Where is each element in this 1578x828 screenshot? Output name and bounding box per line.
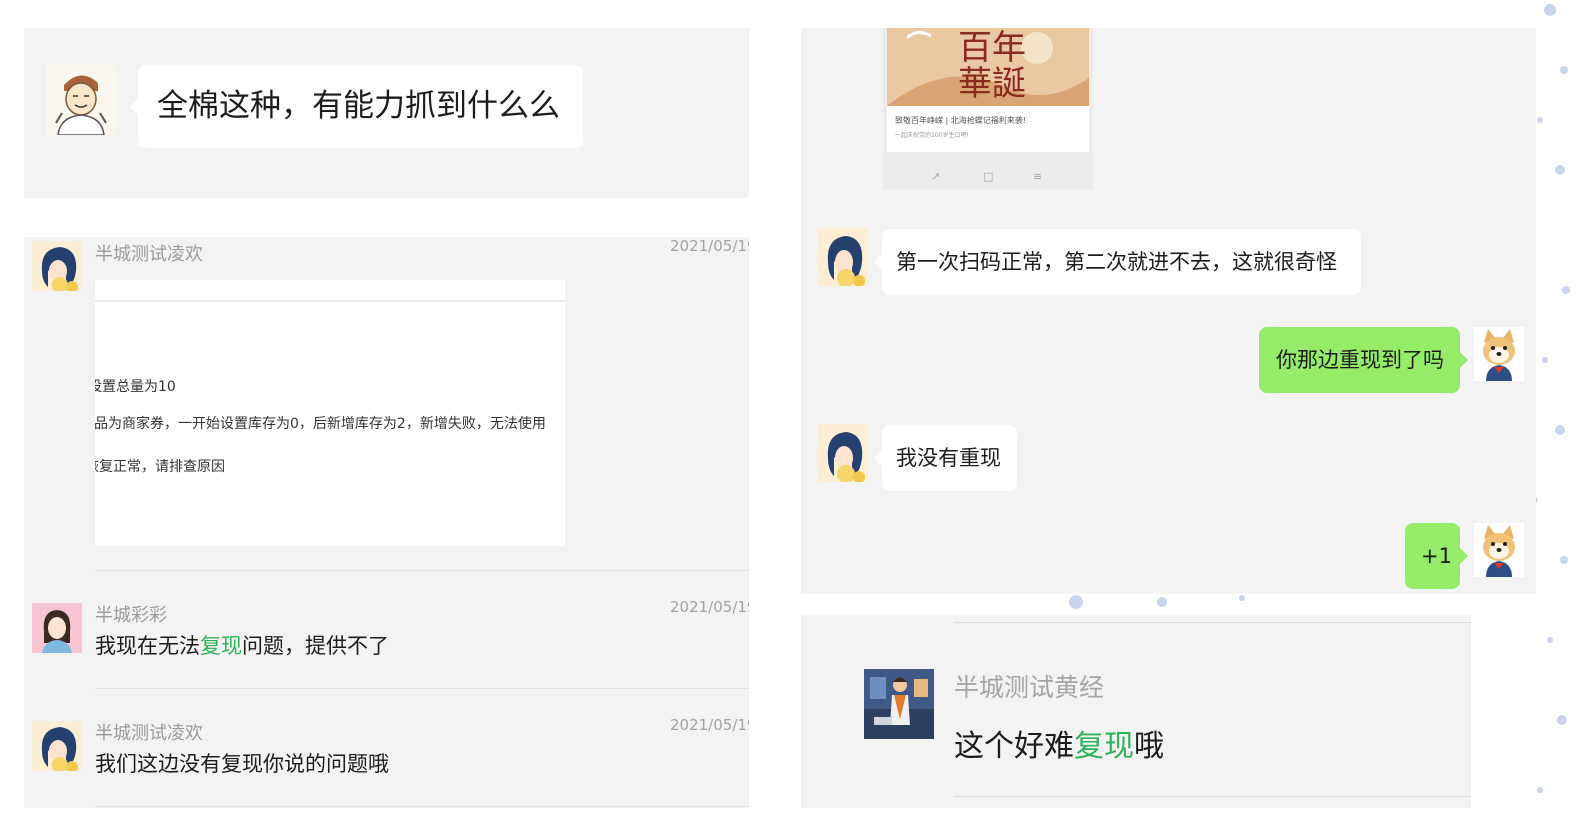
chat-panel-3: 百年華誕 致敬百年峥嵘 | 北海抢蝶记福利来袭! 一起庆祝党的100岁生日吧! …: [801, 28, 1536, 594]
message-text-part: 问题，提供不了: [242, 634, 389, 658]
message-timestamp: 2021/05/19: [670, 716, 749, 734]
message-divider: [95, 570, 749, 571]
woman-avatar[interactable]: [32, 603, 82, 653]
message-bubble[interactable]: 我没有重现: [874, 425, 1017, 491]
message-text: 我现在无法复现问题，提供不了: [95, 630, 389, 660]
chat-panel-2: 半城测试凌欢 2021/05/19 设置总量为10 奖品为商家券，一开始设置库存…: [24, 237, 749, 808]
cartoon-man-avatar[interactable]: [46, 65, 116, 135]
poster-subcaption: 一起庆祝党的100岁生日吧!: [895, 132, 969, 139]
girl-avatar[interactable]: [818, 228, 868, 286]
favorite-icon[interactable]: □: [983, 170, 993, 183]
chat-panel-1: 全棉这种，有能力抓到什么么: [24, 28, 749, 198]
message-divider: [95, 688, 749, 689]
highlighted-keyword[interactable]: 复现: [1074, 729, 1134, 764]
shiba-dog-avatar[interactable]: [1474, 327, 1524, 381]
message-text: +1: [1421, 544, 1452, 568]
message-text: 这个好难复现哦: [954, 721, 1164, 765]
message-timestamp: 2021/05/19: [670, 237, 749, 255]
message-bubble-self[interactable]: +1: [1405, 523, 1468, 589]
attachment-text-line: 奖品为商家券，一开始设置库存为0，后新增库存为2，新增失败，无法使用: [95, 416, 546, 432]
message-bubble[interactable]: 全棉这种，有能力抓到什么么: [130, 65, 583, 148]
message-divider: [95, 806, 749, 807]
message-timestamp: 2021/05/19: [670, 598, 749, 616]
poster-caption-box: 致敬百年峥嵘 | 北海抢蝶记福利来袭! 一起庆祝党的100岁生日吧!: [887, 106, 1089, 152]
message-text-part: 哦: [1134, 729, 1164, 764]
girl-avatar[interactable]: [32, 241, 82, 291]
message-text: 全棉这种，有能力抓到什么么: [157, 88, 560, 124]
shiba-dog-avatar[interactable]: [1474, 523, 1524, 577]
sender-name: 半城彩彩: [95, 605, 167, 626]
message-bubble[interactable]: 第一次扫码正常，第二次就进不去，这就很奇怪: [874, 229, 1361, 295]
message-text: 我们这边没有复现你说的问题哦: [95, 752, 389, 776]
attachment-text-line: 设置总量为10: [95, 379, 176, 395]
more-icon[interactable]: ≡: [1033, 170, 1042, 183]
poster-caption: 致敬百年峥嵘 | 北海抢蝶记福利来袭!: [895, 116, 1026, 125]
message-text-part: 我现在无法: [95, 634, 200, 658]
sender-name: 半城测试凌欢: [95, 244, 203, 265]
share-icon[interactable]: ↗: [931, 170, 940, 183]
message-text: 我没有重现: [896, 446, 1001, 470]
man-illustration-avatar[interactable]: [864, 669, 934, 739]
girl-avatar[interactable]: [32, 721, 82, 771]
highlighted-keyword[interactable]: 复现: [200, 634, 242, 658]
screenshot-attachment[interactable]: 设置总量为10 奖品为商家券，一开始设置库存为0，后新增库存为2，新增失败，无法…: [95, 280, 565, 546]
shared-poster-card[interactable]: 百年華誕 致敬百年峥嵘 | 北海抢蝶记福利来袭! 一起庆祝党的100岁生日吧! …: [883, 28, 1093, 190]
poster-image: 百年華誕: [887, 28, 1089, 106]
sender-name: 半城测试凌欢: [95, 723, 203, 744]
message-divider: [954, 796, 1471, 797]
sender-name: 半城测试黄经: [954, 673, 1105, 702]
attachment-text-area: 设置总量为10 奖品为商家券，一开始设置库存为0，后新增库存为2，新增失败，无法…: [95, 280, 565, 546]
girl-avatar[interactable]: [818, 424, 868, 482]
message-divider: [954, 622, 1471, 623]
message-text-part: 这个好难: [954, 729, 1074, 764]
chat-panel-4: 半城测试黄经 这个好难复现哦: [801, 615, 1471, 808]
poster-title: 百年華誕: [958, 28, 1026, 104]
attachment-text-line: 恢复正常，请排查原因: [95, 459, 225, 475]
message-bubble-self[interactable]: 你那边重现到了吗: [1259, 327, 1468, 393]
message-text: 第一次扫码正常，第二次就进不去，这就很奇怪: [896, 250, 1337, 274]
message-text: 你那边重现到了吗: [1276, 348, 1444, 372]
